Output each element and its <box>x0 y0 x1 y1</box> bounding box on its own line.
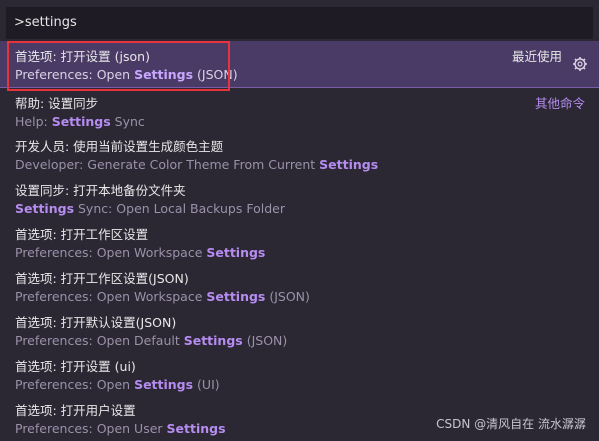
command-label-en: Settings Sync: Open Local Backups Folder <box>15 201 285 216</box>
other-commands-label: 其他命令 <box>534 96 585 111</box>
command-label-zh: 帮助: 设置同步 <box>15 96 99 111</box>
command-label-en: Preferences: Open Workspace Settings (JS… <box>15 289 310 304</box>
command-label-zh: 首选项: 打开工作区设置(JSON) <box>15 271 189 286</box>
command-search-input[interactable] <box>14 7 584 39</box>
command-label-en: Preferences: Open Settings (UI) <box>15 377 220 392</box>
command-label-zh: 开发人员: 使用当前设置生成颜色主题 <box>15 139 224 154</box>
list-item[interactable]: 设置同步: 打开本地备份文件夹 Settings Sync: Open Loca… <box>0 175 599 219</box>
command-label-en: Preferences: Open Settings (JSON) <box>15 67 238 82</box>
command-label-en: Developer: Generate Color Theme From Cur… <box>15 157 379 172</box>
gear-icon[interactable] <box>572 56 588 72</box>
command-label-zh: 首选项: 打开设置 (ui) <box>15 359 136 374</box>
recently-used-label: 最近使用 <box>511 49 562 64</box>
list-item[interactable]: 首选项: 打开工作区设置(JSON) Preferences: Open Wor… <box>0 263 599 307</box>
command-label-en: Preferences: Open Default Settings (JSON… <box>15 333 288 348</box>
list-item[interactable]: 首选项: 打开工作区设置 Preferences: Open Workspace… <box>0 219 599 263</box>
watermark: CSDN @清风自在 流水潺潺 <box>436 417 586 431</box>
command-label-en: Help: Settings Sync <box>15 114 145 129</box>
command-label-en: Preferences: Open User Settings <box>15 421 226 436</box>
command-list: 首选项: 打开设置 (json) Preferences: Open Setti… <box>0 41 599 439</box>
list-item[interactable]: 帮助: 设置同步 Help: Settings Sync 其他命令 <box>0 87 599 131</box>
list-item[interactable]: 首选项: 打开默认设置(JSON) Preferences: Open Defa… <box>0 307 599 351</box>
command-label-zh: 首选项: 打开用户设置 <box>15 403 136 418</box>
command-label-en: Preferences: Open Workspace Settings <box>15 245 266 260</box>
list-item[interactable]: 首选项: 打开设置 (ui) Preferences: Open Setting… <box>0 351 599 395</box>
command-label-zh: 首选项: 打开工作区设置 <box>15 227 149 242</box>
command-label-zh: 首选项: 打开默认设置(JSON) <box>15 315 177 330</box>
list-item[interactable]: 开发人员: 使用当前设置生成颜色主题 Developer: Generate C… <box>0 131 599 175</box>
command-label-zh: 首选项: 打开设置 (json) <box>15 49 150 64</box>
command-input-wrapper <box>6 7 593 39</box>
list-item[interactable]: 首选项: 打开设置 (json) Preferences: Open Setti… <box>0 41 599 87</box>
command-label-zh: 设置同步: 打开本地备份文件夹 <box>15 183 186 198</box>
command-palette: 首选项: 打开设置 (json) Preferences: Open Setti… <box>0 0 599 441</box>
